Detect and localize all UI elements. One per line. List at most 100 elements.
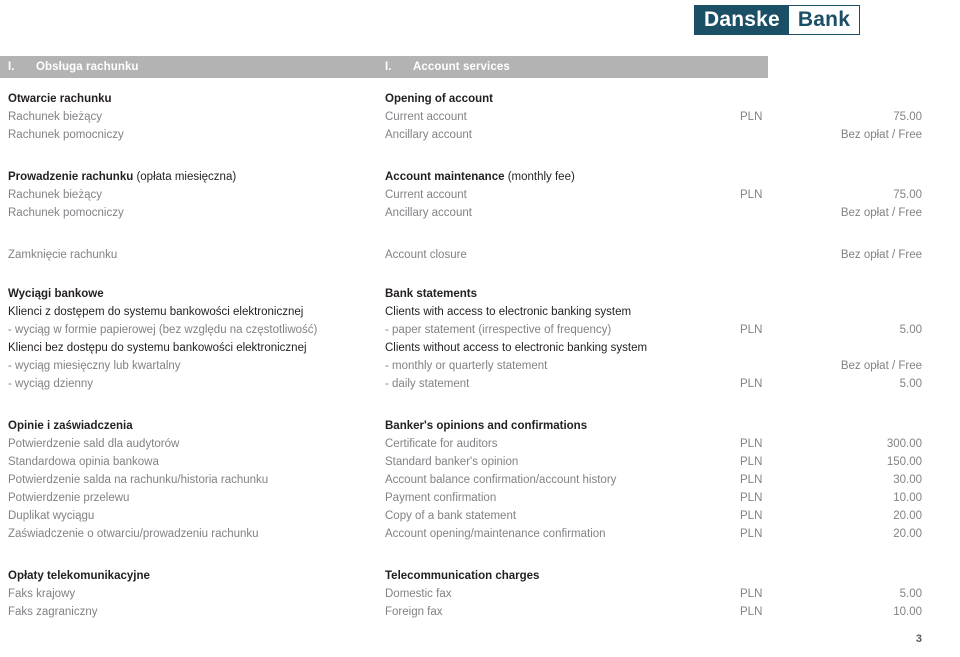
fee-label-pl: - wyciąg w formie papierowej (bez względ…	[8, 324, 318, 336]
fee-amount: 10.00	[893, 606, 922, 618]
fee-amount: 150.00	[886, 456, 922, 468]
group-header-pl-sub: (opłata miesięczna)	[133, 171, 237, 183]
section-number-en: I.	[385, 61, 392, 73]
fee-label-pl: Rachunek pomocniczy	[8, 207, 124, 219]
fee-amount: 20.00	[893, 528, 922, 540]
group-header-en: Telecommunication charges	[385, 570, 540, 582]
fee-currency: PLN	[740, 324, 763, 336]
fee-row: Potwierdzenie salda na rachunku/historia…	[0, 471, 960, 489]
fee-label-en: Account opening/maintenance confirmation	[385, 528, 606, 540]
fee-row: Klienci z dostępem do systemu bankowości…	[0, 303, 960, 321]
group-header-en: Opening of account	[385, 93, 493, 105]
group-header-pl: Prowadzenie rachunku (opłata miesięczna)	[8, 171, 237, 183]
group-header-row: Opinie i zaświadczenia Banker's opinions …	[0, 417, 960, 435]
fee-label-en: Clients without access to electronic ban…	[385, 342, 648, 354]
fee-label-pl: Potwierdzenie sald dla audytorów	[8, 438, 180, 450]
fee-label-pl: - wyciąg dzienny	[8, 378, 94, 390]
fee-label-pl: Rachunek pomocniczy	[8, 129, 124, 141]
group-header-pl: Opinie i zaświadczenia	[8, 420, 133, 432]
fee-label-pl: Potwierdzenie przelewu	[8, 492, 130, 504]
section-title-en: Account services	[413, 61, 510, 73]
fee-amount: 5.00	[899, 378, 922, 390]
group-header-en: Bank statements	[385, 288, 478, 300]
fee-label-en: Foreign fax	[385, 606, 443, 618]
fee-currency: PLN	[740, 510, 763, 522]
section-number-pl: I.	[8, 61, 15, 73]
fee-amount: 30.00	[893, 474, 922, 486]
fee-label-pl: Faks krajowy	[8, 588, 76, 600]
group-header-row: Otwarcie rachunku Opening of account	[0, 90, 960, 108]
fee-label-en: Domestic fax	[385, 588, 452, 600]
fee-row: Potwierdzenie sald dla audytorów Certific…	[0, 435, 960, 453]
fee-table: Otwarcie rachunku Opening of account Rachu…	[0, 90, 960, 621]
fee-currency: PLN	[740, 606, 763, 618]
section-title-pl: Obsługa rachunku	[36, 61, 139, 73]
fee-label-en: Copy of a bank statement	[385, 510, 517, 522]
fee-label-en: Current account	[385, 111, 467, 123]
fee-label-pl: Faks zagraniczny	[8, 606, 98, 618]
danske-bank-logo: Danske Bank	[694, 5, 861, 35]
fee-row: Rachunek pomocniczy Ancillary account Bez …	[0, 204, 960, 222]
fee-amount: 75.00	[893, 111, 922, 123]
fee-label-pl: Duplikat wyciągu	[8, 510, 95, 522]
fee-label-en: Certificate for auditors	[385, 438, 498, 450]
fee-label-pl: Potwierdzenie salda na rachunku/historia…	[8, 474, 269, 486]
fee-row: - wyciąg w formie papierowej (bez względ…	[0, 321, 960, 339]
fee-free-label: Bez opłat / Free	[840, 129, 922, 141]
fee-amount: 5.00	[899, 588, 922, 600]
fee-label-en: Payment confirmation	[385, 492, 497, 504]
fee-row: Zaświadczenie o otwarciu/prowadzeniu rac…	[0, 525, 960, 543]
fee-currency: PLN	[740, 528, 763, 540]
group-header-en-sub: (monthly fee)	[504, 171, 575, 183]
fee-label-pl: Standardowa opinia bankowa	[8, 456, 159, 468]
fee-amount: 75.00	[893, 189, 922, 201]
fee-currency: PLN	[740, 588, 763, 600]
fee-label-en: Current account	[385, 189, 467, 201]
page-number: 3	[915, 633, 922, 645]
fee-label-pl: Rachunek bieżący	[8, 111, 102, 123]
fee-row: Faks zagraniczny Foreign fax PLN 10.00	[0, 603, 960, 621]
fee-currency: PLN	[740, 474, 763, 486]
fee-label-pl: Zamknięcie rachunku	[8, 249, 118, 261]
fee-row: Standardowa opinia bankowa Standard banke…	[0, 453, 960, 471]
fee-label-pl: Rachunek bieżący	[8, 189, 102, 201]
fee-currency: PLN	[740, 456, 763, 468]
fee-group: Otwarcie rachunku Opening of account Rachu…	[0, 90, 960, 144]
fee-group: Wyciągi bankowe Bank statements Klienci z …	[0, 285, 960, 393]
fee-row: Faks krajowy Domestic fax PLN 5.00	[0, 585, 960, 603]
fee-currency: PLN	[740, 111, 763, 123]
fee-label-pl: Klienci z dostępem do systemu bankowości…	[8, 306, 304, 318]
fee-currency: PLN	[740, 189, 763, 201]
fee-currency: PLN	[740, 378, 763, 390]
fee-group: Opłaty telekomunikacyjne Telecommunicatio…	[0, 567, 960, 621]
fee-row: Rachunek pomocniczy Ancillary account Bez …	[0, 126, 960, 144]
group-header-row: Wyciągi bankowe Bank statements	[0, 285, 960, 303]
fee-label-pl: Klienci bez dostępu do systemu bankowośc…	[8, 342, 307, 354]
group-header-row: Prowadzenie rachunku (opłata miesięczna)…	[0, 168, 960, 186]
fee-free-label: Bez opłat / Free	[840, 360, 922, 372]
fee-label-en: - paper statement (irrespective of frequ…	[385, 324, 612, 336]
group-header-pl: Otwarcie rachunku	[8, 93, 112, 105]
fee-label-en: Account balance confirmation/account his…	[385, 474, 617, 486]
fee-amount: 300.00	[886, 438, 922, 450]
fee-label-pl: - wyciąg miesięczny lub kwartalny	[8, 360, 181, 372]
fee-row: Klienci bez dostępu do systemu bankowośc…	[0, 339, 960, 357]
group-header-pl: Opłaty telekomunikacyjne	[8, 570, 150, 582]
fee-label-en: Clients with access to electronic bankin…	[385, 306, 632, 318]
fee-amount: 10.00	[893, 492, 922, 504]
fee-currency: PLN	[740, 492, 763, 504]
logo-bank-text: Bank	[788, 5, 861, 35]
fee-free-label: Bez opłat / Free	[840, 207, 922, 219]
fee-label-pl: Zaświadczenie o otwarciu/prowadzeniu rac…	[8, 528, 259, 540]
section-header-bar: I. Obsługa rachunku I. Account services	[0, 56, 768, 78]
fee-group: Prowadzenie rachunku (opłata miesięczna)…	[0, 168, 960, 222]
fee-group: Opinie i zaświadczenia Banker's opinions …	[0, 417, 960, 543]
fee-row: - wyciąg dzienny - daily statement PLN 5.00	[0, 375, 960, 393]
group-header-en: Banker's opinions and confirmations	[385, 420, 588, 432]
fee-row: Zamknięcie rachunku Account closure Bez op…	[0, 246, 960, 264]
